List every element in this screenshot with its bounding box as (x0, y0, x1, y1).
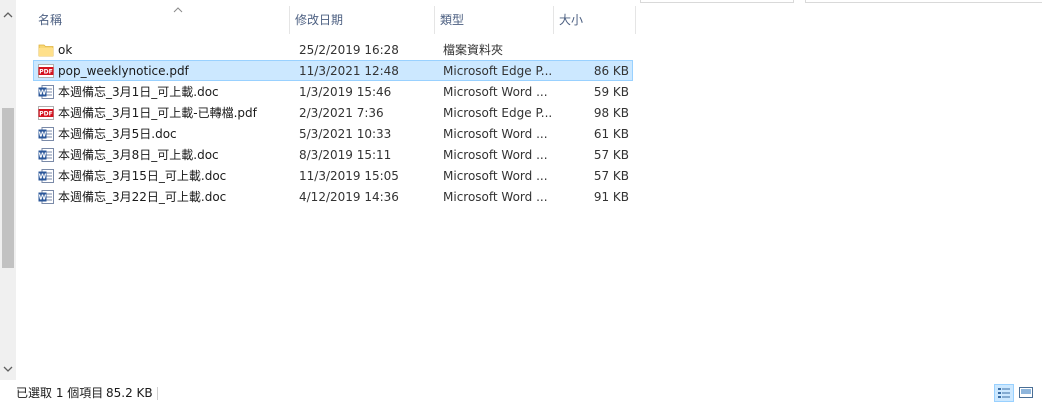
file-size: 57 KB (593, 148, 629, 162)
scroll-thumb[interactable] (2, 108, 14, 268)
file-size: 57 KB (593, 169, 629, 183)
address-bar-edge[interactable] (640, 0, 794, 3)
status-bar: 已選取 1 個項目 85.2 KB (0, 380, 1042, 406)
word-doc-icon: W (38, 148, 54, 162)
details-view-button[interactable] (994, 384, 1014, 402)
file-size: 91 KB (593, 190, 629, 204)
file-name: 本週備忘_3月15日_可上載.doc (58, 169, 227, 183)
pdf-icon: PDF (38, 106, 54, 120)
svg-text:W: W (39, 173, 47, 181)
file-size: 61 KB (593, 127, 629, 141)
file-type: Microsoft Edge P... (443, 64, 553, 78)
file-row-3[interactable]: PDF 本週備忘_3月1日_可上載-已轉檔.pdf 2/3/2021 7:36 … (33, 102, 633, 123)
file-row-4[interactable]: W 本週備忘_3月5日.doc 5/3/2021 10:33 Microsoft… (33, 123, 633, 144)
file-date: 4/12/2019 14:36 (299, 190, 399, 204)
svg-text:W: W (39, 131, 47, 139)
column-header-size[interactable]: 大小 (554, 6, 636, 34)
sort-up-icon (173, 0, 183, 25)
column-header-type[interactable]: 類型 (435, 6, 554, 34)
file-size: 59 KB (593, 85, 629, 99)
file-list: ok 25/2/2019 16:28 檔案資料夾 PDF pop_weeklyn… (33, 39, 633, 207)
word-doc-icon: W (38, 127, 54, 141)
file-type: Microsoft Edge P... (443, 106, 553, 120)
file-size: 98 KB (593, 106, 629, 120)
column-date-label: 修改日期 (295, 13, 344, 27)
vertical-scrollbar[interactable] (0, 0, 16, 380)
column-name-label: 名稱 (38, 13, 63, 27)
file-row-1[interactable]: PDF pop_weeklynotice.pdf 11/3/2021 12:48… (33, 60, 633, 81)
scroll-down-icon[interactable] (0, 362, 16, 378)
file-name: 本週備忘_3月1日_可上載-已轉檔.pdf (58, 106, 257, 120)
column-size-label: 大小 (559, 13, 584, 27)
file-date: 11/3/2021 12:48 (299, 64, 399, 78)
file-name: 本週備忘_3月8日_可上載.doc (58, 148, 219, 162)
selection-size: 85.2 KB (106, 386, 153, 400)
column-header-name[interactable]: 名稱 (33, 6, 290, 34)
scroll-up-icon[interactable] (0, 8, 16, 24)
file-date: 5/3/2021 10:33 (299, 127, 392, 141)
file-row-0[interactable]: ok 25/2/2019 16:28 檔案資料夾 (33, 39, 633, 60)
file-date: 25/2/2019 16:28 (299, 43, 399, 57)
status-separator (157, 387, 158, 400)
file-type: Microsoft Word ... (443, 190, 548, 204)
file-type: 檔案資料夾 (443, 43, 504, 57)
file-type: Microsoft Word ... (443, 148, 548, 162)
file-name: pop_weeklynotice.pdf (58, 64, 189, 78)
column-type-label: 類型 (440, 13, 465, 27)
svg-text:PDF: PDF (39, 111, 52, 118)
word-doc-icon: W (38, 85, 54, 99)
svg-text:PDF: PDF (39, 69, 52, 76)
svg-text:W: W (39, 152, 47, 160)
file-row-5[interactable]: W 本週備忘_3月8日_可上載.doc 8/3/2019 15:11 Micro… (33, 144, 633, 165)
folder-icon (38, 43, 54, 57)
search-box-edge[interactable] (805, 0, 1042, 3)
file-date: 8/3/2019 15:11 (299, 148, 392, 162)
svg-text:W: W (39, 194, 47, 202)
file-date: 1/3/2019 15:46 (299, 85, 392, 99)
pdf-icon: PDF (38, 64, 54, 78)
selection-count: 已選取 1 個項目 (16, 386, 104, 400)
large-icons-view-button[interactable] (1017, 384, 1037, 402)
file-type: Microsoft Word ... (443, 169, 548, 183)
file-row-7[interactable]: W 本週備忘_3月22日_可上載.doc 4/12/2019 14:36 Mic… (33, 186, 633, 207)
column-header-row: 名稱 修改日期 類型 大小 (17, 6, 637, 34)
word-doc-icon: W (38, 190, 54, 204)
file-date: 2/3/2021 7:36 (299, 106, 384, 120)
file-row-6[interactable]: W 本週備忘_3月15日_可上載.doc 11/3/2019 15:05 Mic… (33, 165, 633, 186)
file-row-2[interactable]: W 本週備忘_3月1日_可上載.doc 1/3/2019 15:46 Micro… (33, 81, 633, 102)
file-size: 86 KB (593, 64, 629, 78)
file-name: ok (58, 43, 73, 57)
file-name: 本週備忘_3月1日_可上載.doc (58, 85, 219, 99)
column-header-date[interactable]: 修改日期 (290, 6, 435, 34)
word-doc-icon: W (38, 169, 54, 183)
file-date: 11/3/2019 15:05 (299, 169, 399, 183)
svg-text:W: W (39, 89, 47, 97)
file-type: Microsoft Word ... (443, 85, 548, 99)
file-type: Microsoft Word ... (443, 127, 548, 141)
file-name: 本週備忘_3月22日_可上載.doc (58, 190, 227, 204)
file-name: 本週備忘_3月5日.doc (58, 127, 177, 141)
